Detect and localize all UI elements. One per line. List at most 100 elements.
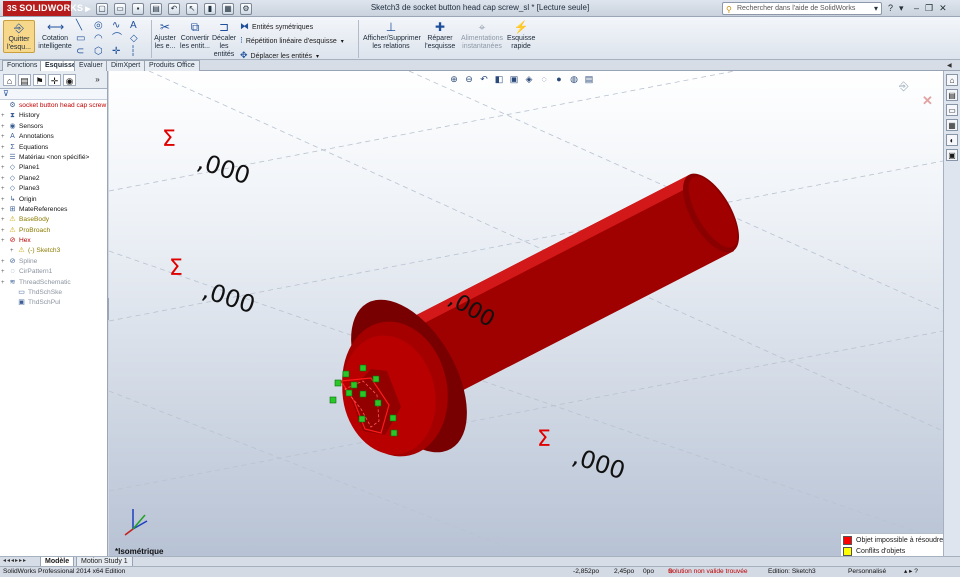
circle-icon[interactable]: ◎ <box>94 19 112 32</box>
print-icon[interactable]: ▤ <box>150 2 162 15</box>
file-explorer-icon[interactable]: ▭ <box>946 104 958 116</box>
tree-item[interactable]: + ⧗ History <box>1 111 107 121</box>
offset-entities-button[interactable]: ⊐ Décaler les entités <box>212 20 236 59</box>
tree-item[interactable]: ⚙ socket button head cap screw <box>1 101 107 111</box>
help-dropdown-icon[interactable]: ▾ <box>899 2 904 14</box>
model-view[interactable]: Σ ,000 Σ ,000 ,000 Σ ,000 <box>109 71 943 556</box>
tree-item[interactable]: + ◇ Plane2 <box>1 174 107 184</box>
tree-item[interactable]: + ≋ ThreadSchematic <box>1 278 107 288</box>
slot-icon[interactable]: ⊂ <box>76 45 94 58</box>
close-icon[interactable]: ✕ <box>939 2 947 14</box>
linear-pattern-item[interactable]: ⁝ Répétition linéaire d'esquisse ▾ <box>240 34 344 49</box>
tree-item[interactable]: ▣ ThdSchPul <box>1 298 107 308</box>
tree-expand-icon[interactable]: + <box>1 143 8 153</box>
search-dropdown-icon[interactable]: ▾ <box>874 3 878 14</box>
tree-expand-icon[interactable]: + <box>1 226 8 236</box>
quick-snaps-button[interactable]: ⌖ Alimentations instantanées <box>460 20 504 51</box>
tree-expand-icon[interactable]: + <box>1 111 8 121</box>
tree-expand-icon[interactable]: + <box>1 153 8 163</box>
feature-manager-tab-icon[interactable]: ⌂ <box>3 74 16 86</box>
custom-properties-icon[interactable]: ▣ <box>946 149 958 161</box>
open-folder-icon[interactable]: ▭ <box>114 2 126 15</box>
tree-expand-icon[interactable]: + <box>1 163 8 173</box>
sketch-text-icon[interactable]: A <box>130 19 148 32</box>
file-properties-icon[interactable]: ▦ <box>222 2 234 15</box>
tree-filter[interactable]: ⊽ <box>0 89 107 100</box>
scene-icon[interactable]: ◍ <box>569 74 579 85</box>
tree-item[interactable]: + ◉ Sensors <box>1 122 107 132</box>
select-icon[interactable]: ↖ <box>186 2 198 15</box>
tree-expand-icon[interactable]: + <box>1 174 8 184</box>
tree-expand-icon[interactable]: + <box>1 236 8 246</box>
help-search-input[interactable]: ⚲ Rechercher dans l'aide de SolidWorks ▾ <box>722 2 882 15</box>
tree-item[interactable]: + ◇ Plane3 <box>1 184 107 194</box>
cancel-sketch-icon[interactable]: ✕ <box>922 93 933 109</box>
centerline-icon[interactable]: ┆ <box>130 45 148 58</box>
save-icon[interactable]: ▪ <box>132 2 144 15</box>
tree-item[interactable]: + A Annotations <box>1 132 107 142</box>
solidworks-logo[interactable]: 3S SOLIDWORKS ▶ <box>3 1 91 16</box>
hide-show-icon[interactable]: ◌ <box>539 74 549 85</box>
tab-features[interactable]: Fonctions <box>2 60 43 71</box>
options-icon[interactable]: ⚙ <box>240 2 252 15</box>
dimxpert-manager-tab-icon[interactable]: ✛ <box>48 74 61 86</box>
tree-expand-icon[interactable]: + <box>1 122 8 132</box>
tree-item[interactable]: + ◌ CirPattern1 <box>1 267 107 277</box>
tree-item[interactable]: + ⚠ (-) Sketch3 <box>1 246 107 256</box>
convert-entities-button[interactable]: ⧉ Convertir les entit... <box>180 20 210 51</box>
screw-model[interactable] <box>327 165 750 472</box>
tree-expand-icon[interactable]: + <box>1 215 8 225</box>
section-view-icon[interactable]: ◧ <box>494 74 504 85</box>
rapid-sketch-button[interactable]: ⚡ Esquisse rapide <box>507 20 535 51</box>
tree-expand-icon[interactable]: + <box>1 257 8 267</box>
confirmation-corner-icon[interactable]: ⎆ <box>899 79 909 94</box>
view-settings-icon[interactable]: ▤ <box>584 74 594 85</box>
help-question-icon[interactable]: ? <box>888 2 893 14</box>
tree-item[interactable]: + Σ Equations <box>1 143 107 153</box>
zoom-area-icon[interactable]: ⊖ <box>464 74 474 85</box>
repair-sketch-button[interactable]: ✚ Réparer l'esquisse <box>423 20 457 51</box>
property-manager-tab-icon[interactable]: ▤ <box>18 74 31 86</box>
smart-dimension-button[interactable]: ⟷ Cotation intelligente <box>37 20 73 51</box>
tab-office-products[interactable]: Produits Office <box>144 60 200 71</box>
view-orientation-icon[interactable]: ▣ <box>509 74 519 85</box>
mirror-entities-item[interactable]: ⧓ Entités symétriques <box>240 20 344 34</box>
tree-item[interactable]: ▭ ThdSchSke <box>1 288 107 298</box>
dimension-label-1[interactable]: ,000 <box>194 147 253 190</box>
display-manager-tab-icon[interactable]: ◉ <box>63 74 76 86</box>
design-library-icon[interactable]: ▤ <box>946 89 958 101</box>
edit-appearance-icon[interactable]: ● <box>554 74 564 85</box>
restore-icon[interactable]: ❐ <box>925 2 933 14</box>
dropdown-arrow-icon[interactable]: ▾ <box>341 39 344 45</box>
tree-item[interactable]: + ⊘ Spline <box>1 257 107 267</box>
spline-icon[interactable]: ∿ <box>112 19 130 32</box>
tree-expand-icon[interactable]: + <box>1 278 8 288</box>
tree-expand-icon[interactable]: + <box>1 267 8 277</box>
tree-expand-icon[interactable]: + <box>10 246 17 256</box>
tree-item[interactable]: + ⚠ BaseBody <box>1 215 107 225</box>
point-icon[interactable]: ✛ <box>112 45 130 58</box>
dimension-label-4[interactable]: ,000 <box>569 442 628 485</box>
zoom-to-fit-icon[interactable]: ⊕ <box>449 74 459 85</box>
arc-icon[interactable]: ◠ <box>94 32 112 45</box>
display-style-icon[interactable]: ◈ <box>524 74 534 85</box>
exit-sketch-button[interactable]: ⎆ Quitter l'esqu... <box>3 20 35 53</box>
tab-dimxpert[interactable]: DimXpert <box>106 60 146 71</box>
polygon-icon[interactable]: ⬡ <box>94 45 112 58</box>
tree-item[interactable]: + ◇ Plane1 <box>1 163 107 173</box>
dimension-label-2[interactable]: ,000 <box>199 276 258 319</box>
tab-navigation-icons[interactable]: ◂◂◂▸▸▸ <box>3 557 27 566</box>
line-icon[interactable]: ╲ <box>76 19 94 32</box>
display-delete-relations-button[interactable]: ⊥ Afficher/Supprimer les relations <box>363 20 421 51</box>
tree-item[interactable]: + ⚠ ProBroach <box>1 226 107 236</box>
tree-expand-icon[interactable]: + <box>1 205 8 215</box>
tree-expand-icon[interactable]: + <box>1 195 8 205</box>
more-tabs-icon[interactable]: » <box>91 74 104 86</box>
tree-item[interactable]: + ↳ Origin <box>1 195 107 205</box>
appearances-icon[interactable]: ◐ <box>946 134 958 146</box>
minimize-icon[interactable]: – <box>914 2 919 14</box>
tree-item[interactable]: + ⊘ Hex <box>1 236 107 246</box>
status-icons[interactable]: ▴ ▸ ? <box>904 567 918 577</box>
undo-icon[interactable]: ↶ <box>168 2 180 15</box>
tree-expand-icon[interactable]: + <box>1 132 8 142</box>
